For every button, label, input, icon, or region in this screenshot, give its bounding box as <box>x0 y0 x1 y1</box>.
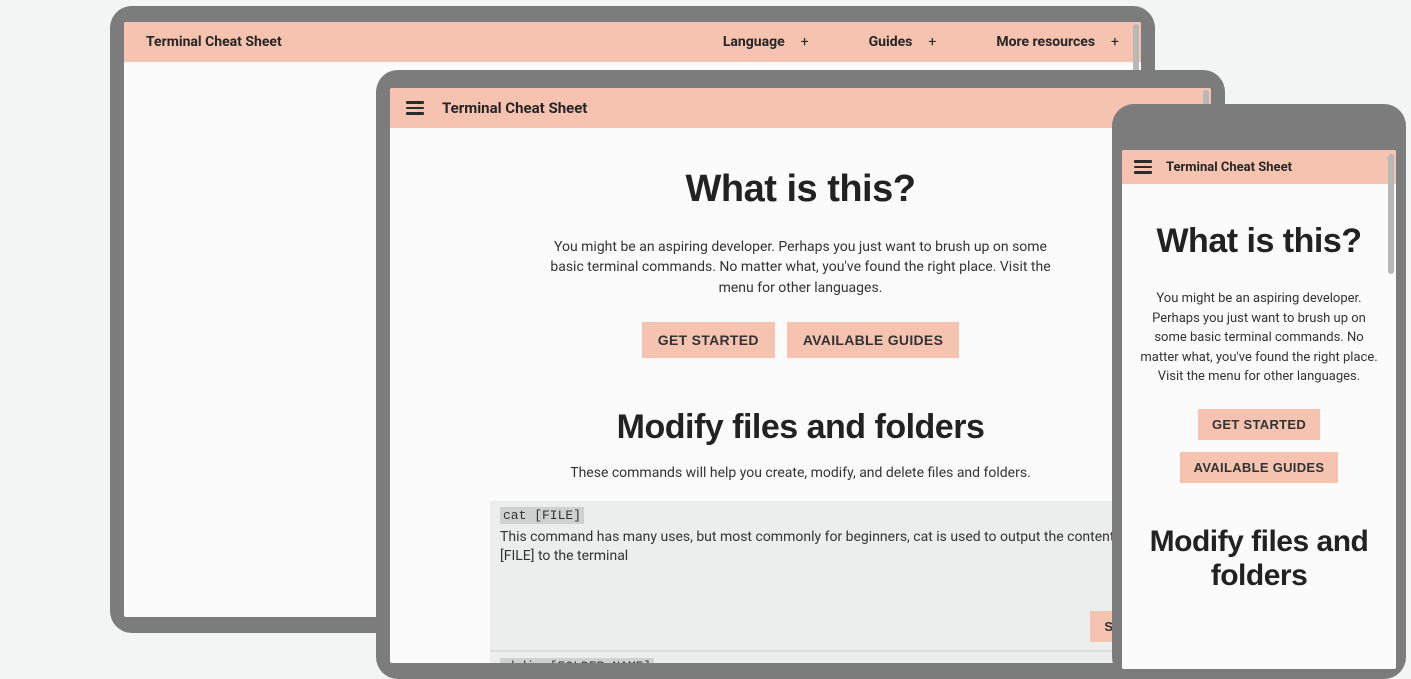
nav-guides[interactable]: Guides + <box>869 34 937 50</box>
nav-language[interactable]: Language + <box>723 34 809 50</box>
available-guides-button[interactable]: AVAILABLE GUIDES <box>1180 452 1339 483</box>
tablet-frame: Terminal Cheat Sheet What is this? You m… <box>376 70 1225 679</box>
plus-icon: + <box>1111 34 1119 50</box>
nav-guides-label: Guides <box>869 34 913 50</box>
phone-navbar: Terminal Cheat Sheet <box>1122 150 1396 184</box>
hamburger-icon[interactable] <box>1134 160 1152 174</box>
cmd-card-mkdir: mkdir [FOLDER_NAME] Create a new folder … <box>490 651 1194 663</box>
plus-icon: + <box>928 34 936 50</box>
hero-title: What is this? <box>490 168 1111 211</box>
available-guides-button[interactable]: AVAILABLE GUIDES <box>787 322 959 358</box>
hamburger-icon[interactable] <box>406 101 424 115</box>
section-subtitle: These commands will help you create, mod… <box>490 465 1111 481</box>
phone-frame: Terminal Cheat Sheet What is this? You m… <box>1112 104 1406 679</box>
phone-viewport: Terminal Cheat Sheet What is this? You m… <box>1122 150 1396 669</box>
section-title: Modify files and folders <box>490 408 1111 447</box>
hero-title: What is this? <box>1138 222 1380 261</box>
hero-intro: You might be an aspiring developer. Perh… <box>1138 289 1380 387</box>
cmd-card-cat: cat [FILE] This command has many uses, b… <box>490 501 1194 651</box>
nav-language-label: Language <box>723 34 785 50</box>
get-started-button[interactable]: GET STARTED <box>1198 409 1320 440</box>
tablet-viewport: Terminal Cheat Sheet What is this? You m… <box>390 88 1211 663</box>
tablet-navbar: Terminal Cheat Sheet <box>390 88 1211 128</box>
cmd-code: mkdir [FOLDER_NAME] <box>500 658 654 663</box>
plus-icon: + <box>801 34 809 50</box>
hero-intro: You might be an aspiring developer. Perh… <box>541 237 1061 298</box>
section-title: Modify files and folders <box>1138 525 1380 594</box>
nav-more[interactable]: More resources + <box>996 34 1119 50</box>
get-started-button[interactable]: GET STARTED <box>642 322 775 358</box>
brand-title: Terminal Cheat Sheet <box>146 34 282 50</box>
brand-title: Terminal Cheat Sheet <box>442 99 587 117</box>
scrollbar-thumb[interactable] <box>1388 154 1394 274</box>
nav-more-label: More resources <box>996 34 1095 50</box>
brand-title: Terminal Cheat Sheet <box>1166 160 1292 175</box>
desktop-navbar: Terminal Cheat Sheet Language + Guides +… <box>124 22 1141 62</box>
cmd-code: cat [FILE] <box>500 507 584 524</box>
cmd-desc: This command has many uses, but most com… <box>500 528 1184 566</box>
